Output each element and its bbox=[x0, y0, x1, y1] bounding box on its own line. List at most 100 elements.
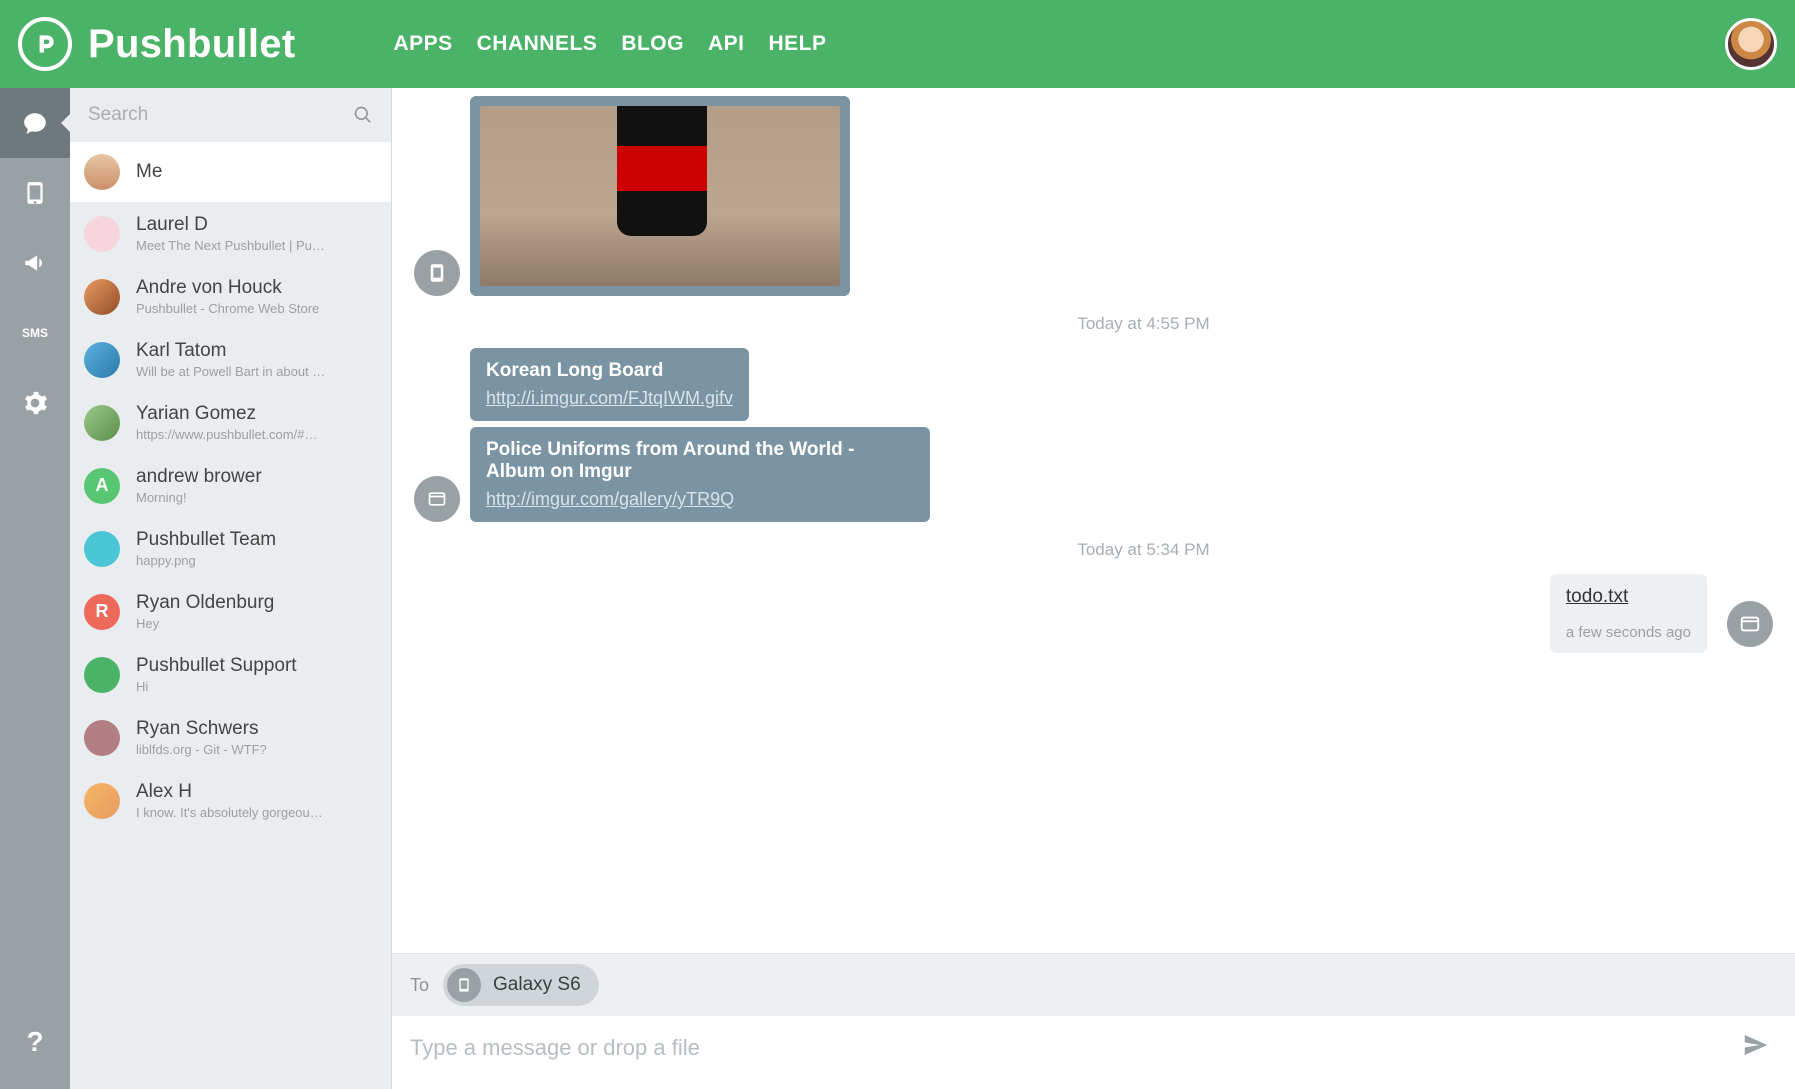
contact-preview: liblfds.org - Git - WTF? bbox=[136, 742, 377, 757]
contact-info: Andre von HouckPushbullet - Chrome Web S… bbox=[136, 277, 377, 316]
contact-info: Karl Tatom Will be at Powell Bart in abou… bbox=[136, 340, 377, 379]
chat-bubble-icon bbox=[22, 110, 48, 136]
help-icon: ? bbox=[26, 1026, 43, 1058]
nav-devices[interactable] bbox=[0, 158, 70, 228]
browser-icon bbox=[1739, 613, 1761, 635]
top-bar: Pushbullet APPS CHANNELS BLOG API HELP bbox=[0, 0, 1795, 88]
account-avatar[interactable] bbox=[1725, 18, 1777, 70]
contact-avatar bbox=[84, 720, 120, 756]
recipient-row: To Galaxy S6 bbox=[392, 953, 1795, 1016]
contact-item[interactable]: Pushbullet SupportHi bbox=[70, 643, 391, 706]
contact-item[interactable]: Ryan Schwersliblfds.org - Git - WTF? bbox=[70, 706, 391, 769]
logo-text: Pushbullet bbox=[88, 22, 295, 67]
contact-preview: Hey bbox=[136, 616, 377, 631]
file-time: a few seconds ago bbox=[1566, 624, 1691, 641]
link-message[interactable]: Korean Long Board http://i.imgur.com/FJt… bbox=[470, 348, 749, 421]
contact-preview: Will be at Powell Bart in about … bbox=[136, 364, 377, 379]
contact-avatar bbox=[84, 657, 120, 693]
contact-info: Pushbullet Team happy.png bbox=[136, 529, 377, 568]
contact-name: Laurel D bbox=[136, 214, 377, 236]
send-button[interactable] bbox=[1741, 1030, 1771, 1065]
contact-item[interactable]: Pushbullet Team happy.png bbox=[70, 517, 391, 580]
contact-item[interactable]: Andre von HouckPushbullet - Chrome Web S… bbox=[70, 265, 391, 328]
contact-item[interactable]: Yarian Gomezhttps://www.pushbullet.com/#… bbox=[70, 391, 391, 454]
contact-item[interactable]: Me bbox=[70, 142, 391, 202]
contact-avatar bbox=[84, 216, 120, 252]
phone-icon bbox=[447, 968, 481, 1002]
source-device-badge bbox=[414, 476, 460, 522]
nav-channels[interactable]: CHANNELS bbox=[477, 32, 598, 56]
contact-name: Me bbox=[136, 161, 377, 183]
nav-settings[interactable] bbox=[0, 368, 70, 438]
source-device-badge bbox=[414, 250, 460, 296]
to-label: To bbox=[410, 975, 429, 996]
contact-avatar bbox=[84, 405, 120, 441]
contact-preview: Hi bbox=[136, 679, 377, 694]
image-preview bbox=[480, 106, 840, 286]
logo[interactable]: Pushbullet bbox=[18, 17, 295, 71]
contact-info: andrew brower Morning! bbox=[136, 466, 377, 505]
send-icon bbox=[1741, 1030, 1771, 1060]
search-input[interactable] bbox=[88, 104, 353, 126]
contact-preview: I know. It's absolutely gorgeou… bbox=[136, 805, 377, 820]
contact-list[interactable]: Me Laurel DMeet The Next Pushbullet | Pu…… bbox=[70, 142, 391, 1089]
nav-channels[interactable] bbox=[0, 228, 70, 298]
timestamp: Today at 4:55 PM bbox=[470, 314, 1795, 334]
nav-chats[interactable] bbox=[0, 88, 70, 158]
contact-info: Yarian Gomezhttps://www.pushbullet.com/#… bbox=[136, 403, 377, 442]
file-message[interactable]: todo.txt a few seconds ago bbox=[1550, 574, 1707, 653]
recipient-name: Galaxy S6 bbox=[493, 974, 581, 996]
compose-bar bbox=[392, 1016, 1795, 1089]
contact-name: Yarian Gomez bbox=[136, 403, 377, 425]
message-title: Korean Long Board bbox=[486, 360, 733, 382]
contact-name: Karl Tatom bbox=[136, 340, 377, 362]
sms-label: SMS bbox=[22, 326, 48, 340]
contact-item[interactable]: RRyan OldenburgHey bbox=[70, 580, 391, 643]
message-input[interactable] bbox=[410, 1035, 1723, 1061]
contact-item[interactable]: Laurel DMeet The Next Pushbullet | Pu… bbox=[70, 202, 391, 265]
contact-info: Ryan Schwersliblfds.org - Git - WTF? bbox=[136, 718, 377, 757]
image-message[interactable] bbox=[470, 96, 850, 296]
contact-preview: Morning! bbox=[136, 490, 377, 505]
megaphone-icon bbox=[22, 250, 48, 276]
message-link[interactable]: http://i.imgur.com/FJtqIWM.gifv bbox=[486, 388, 733, 409]
contact-avatar bbox=[84, 279, 120, 315]
contact-preview: happy.png bbox=[136, 553, 377, 568]
message-title: Police Uniforms from Around the World - … bbox=[486, 439, 914, 483]
timestamp: Today at 5:34 PM bbox=[470, 540, 1795, 560]
link-message[interactable]: Police Uniforms from Around the World - … bbox=[470, 427, 930, 522]
contact-item[interactable]: Karl Tatom Will be at Powell Bart in abou… bbox=[70, 328, 391, 391]
contact-info: Ryan OldenburgHey bbox=[136, 592, 377, 631]
contact-name: Pushbullet Team bbox=[136, 529, 377, 551]
nav-api[interactable]: API bbox=[708, 32, 745, 56]
nav-blog[interactable]: BLOG bbox=[621, 32, 684, 56]
side-nav: SMS ? bbox=[0, 88, 70, 1089]
message-group bbox=[420, 96, 1767, 296]
nav-sms[interactable]: SMS bbox=[0, 298, 70, 368]
gear-icon bbox=[22, 390, 48, 416]
contact-name: Andre von Houck bbox=[136, 277, 377, 299]
contact-avatar bbox=[84, 342, 120, 378]
nav-help[interactable]: HELP bbox=[769, 32, 827, 56]
recipient-chip[interactable]: Galaxy S6 bbox=[443, 964, 599, 1006]
phone-icon bbox=[427, 263, 447, 283]
search-icon[interactable] bbox=[353, 105, 373, 125]
source-device-badge bbox=[1727, 601, 1773, 647]
message-thread[interactable]: Today at 4:55 PM Korean Long Board http:… bbox=[392, 88, 1795, 953]
contact-item[interactable]: Alex HI know. It's absolutely gorgeou… bbox=[70, 769, 391, 832]
contact-info: Me bbox=[136, 161, 377, 183]
file-name[interactable]: todo.txt bbox=[1566, 586, 1691, 608]
contact-item[interactable]: Aandrew brower Morning! bbox=[70, 454, 391, 517]
conversation-panel: Today at 4:55 PM Korean Long Board http:… bbox=[392, 88, 1795, 1089]
browser-icon bbox=[427, 489, 447, 509]
main: SMS ? Me Laurel DMeet The Next Pushbullet… bbox=[0, 88, 1795, 1089]
search-bar bbox=[70, 88, 391, 142]
message-group: todo.txt a few seconds ago bbox=[420, 568, 1767, 653]
contact-name: andrew brower bbox=[136, 466, 377, 488]
nav-help-bottom[interactable]: ? bbox=[0, 1007, 70, 1077]
contact-info: Pushbullet SupportHi bbox=[136, 655, 377, 694]
nav-apps[interactable]: APPS bbox=[393, 32, 452, 56]
phone-icon bbox=[22, 180, 48, 206]
contact-avatar: A bbox=[84, 468, 120, 504]
message-link[interactable]: http://imgur.com/gallery/yTR9Q bbox=[486, 489, 914, 510]
